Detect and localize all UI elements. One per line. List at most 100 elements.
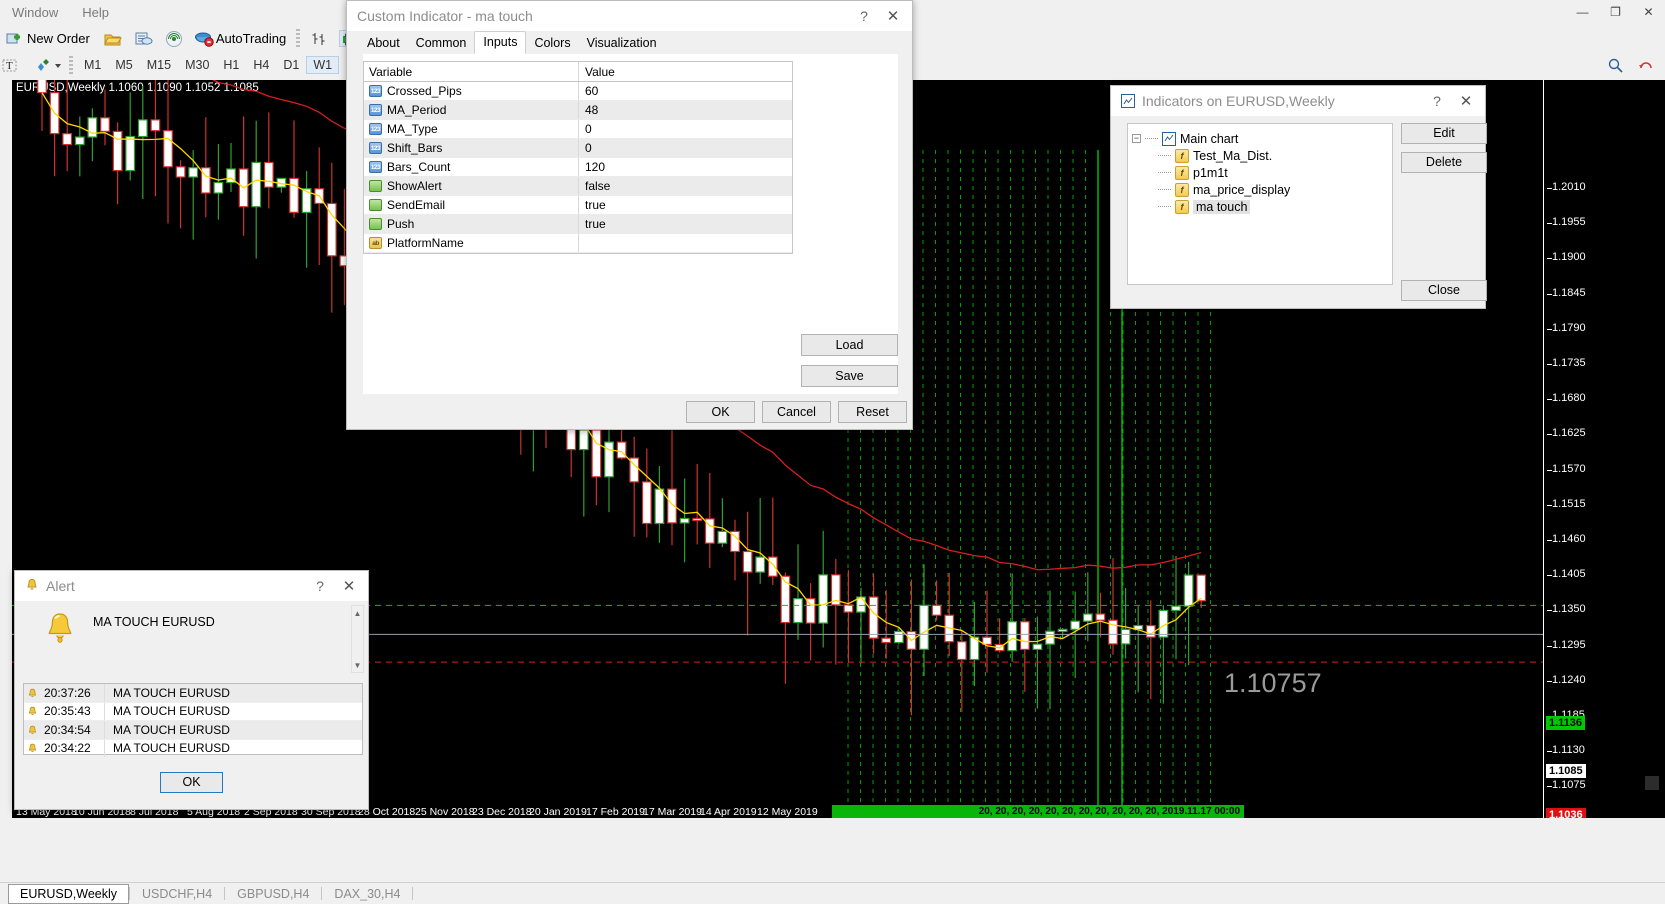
timeframe-m30[interactable]: M30 xyxy=(178,56,216,74)
list-item[interactable]: 20:37:26 MA TOUCH EURUSD xyxy=(24,684,362,703)
chart-tab-eurusd[interactable]: EURUSD,Weekly xyxy=(8,883,130,904)
tab-inputs[interactable]: Inputs xyxy=(474,31,527,54)
tree-item[interactable]: f Test_Ma_Dist. xyxy=(1132,147,1388,164)
close-icon[interactable]: ✕ xyxy=(878,7,908,25)
list-item[interactable]: 20:34:54 MA TOUCH EURUSD xyxy=(24,721,362,740)
chart-tab-usdchf[interactable]: USDCHF,H4 xyxy=(130,884,224,904)
table-row[interactable]: 123 Shift_Bars 0 xyxy=(364,139,792,158)
chart-tab-gbpusd[interactable]: GBPUSD,H4 xyxy=(225,884,321,904)
custom-indicator-title: Custom Indicator - ma touch xyxy=(357,8,533,24)
alert-ok-button[interactable]: OK xyxy=(160,772,223,793)
list-item[interactable]: 20:35:43 MA TOUCH EURUSD xyxy=(24,702,362,721)
chart-tab-bar: EURUSD,Weekly USDCHF,H4 GBPUSD,H4 DAX_30… xyxy=(0,882,1665,904)
collapse-icon[interactable]: − xyxy=(1132,134,1141,143)
text-icon[interactable]: T xyxy=(2,57,19,74)
chart-scroll-handle[interactable] xyxy=(1645,776,1659,790)
save-button[interactable]: Save xyxy=(801,365,898,387)
alert-time: 20:34:22 xyxy=(24,741,104,755)
alert-title: Alert xyxy=(46,578,75,594)
price-tick: 1.1350 xyxy=(1547,603,1586,615)
folder-icon[interactable] xyxy=(103,30,122,47)
load-button[interactable]: Load xyxy=(801,334,898,356)
table-row[interactable]: 123 MA_Type 0 xyxy=(364,120,792,139)
close-button[interactable]: Close xyxy=(1401,280,1487,301)
table-row[interactable]: 123 MA_Period 48 xyxy=(364,101,792,120)
reset-button[interactable]: Reset xyxy=(838,401,907,423)
ok-button[interactable]: OK xyxy=(686,401,755,423)
tree-root[interactable]: − Main chart xyxy=(1132,130,1388,147)
signals-icon[interactable] xyxy=(165,30,182,47)
variable-value[interactable]: 48 xyxy=(579,103,792,117)
help-icon[interactable]: ? xyxy=(850,8,878,24)
search-icon[interactable] xyxy=(1607,57,1624,74)
chart-tab-dax30[interactable]: DAX_30,H4 xyxy=(322,884,412,904)
timeframe-m15[interactable]: M15 xyxy=(140,56,178,74)
price-axis[interactable]: 1.2010 1.1955 1.1900 1.1845 1.1790 1.1735 1.16… xyxy=(1543,80,1665,818)
bar-chart-icon[interactable] xyxy=(310,30,327,47)
custom-indicator-titlebar[interactable]: Custom Indicator - ma touch ? ✕ xyxy=(347,1,912,31)
bell-icon xyxy=(27,725,38,739)
variable-value[interactable]: true xyxy=(579,217,792,231)
variable-value[interactable]: 0 xyxy=(579,122,792,136)
tree-item[interactable]: f ma touch xyxy=(1132,198,1388,215)
price-tick: 1.1295 xyxy=(1547,639,1586,651)
alert-history-list[interactable]: 20:37:26 MA TOUCH EURUSD 20:35:43 MA TOUCH … xyxy=(23,683,363,758)
bell-icon xyxy=(27,743,38,757)
menu-item-help[interactable]: Help xyxy=(70,2,121,23)
new-order-button[interactable]: New Order xyxy=(0,26,96,50)
delete-button[interactable]: Delete xyxy=(1401,152,1487,173)
tab-about[interactable]: About xyxy=(359,33,408,54)
alert-text: MA TOUCH EURUSD xyxy=(104,739,362,757)
tab-common[interactable]: Common xyxy=(408,33,475,54)
tree-item-label: Test_Ma_Dist. xyxy=(1193,148,1273,163)
tab-visualization[interactable]: Visualization xyxy=(579,33,665,54)
variable-value[interactable]: 120 xyxy=(579,160,792,174)
timeframe-w1[interactable]: W1 xyxy=(306,56,340,74)
timeframe-h4[interactable]: H4 xyxy=(246,56,276,74)
indicators-tree[interactable]: − Main chart f Test_Ma_Dist. f p1m1t f ma_price… xyxy=(1127,123,1393,285)
variable-value[interactable]: true xyxy=(579,198,792,212)
alert-titlebar[interactable]: Alert ? ✕ xyxy=(15,571,368,601)
variable-value[interactable]: 60 xyxy=(579,84,792,98)
close-icon[interactable]: ✕ xyxy=(1451,92,1481,110)
table-row[interactable]: 123 Crossed_Pips 60 xyxy=(364,82,792,101)
close-button[interactable]: ✕ xyxy=(1632,0,1665,24)
timeframe-m1[interactable]: M1 xyxy=(77,56,108,74)
table-row[interactable]: 123 Bars_Count 120 xyxy=(364,158,792,177)
timeframe-grip[interactable] xyxy=(69,56,73,74)
publish-icon[interactable] xyxy=(134,30,153,47)
minimize-button[interactable]: — xyxy=(1566,0,1599,24)
table-row[interactable]: ab PlatformName xyxy=(364,234,792,253)
variable-value[interactable]: 0 xyxy=(579,141,792,155)
tree-item[interactable]: f ma_price_display xyxy=(1132,181,1388,198)
alert-scrollbar[interactable]: ▲ ▼ xyxy=(351,605,364,673)
scroll-down-icon[interactable]: ▼ xyxy=(352,658,363,674)
variable-value[interactable]: false xyxy=(579,179,792,193)
timeframe-m5[interactable]: M5 xyxy=(108,56,139,74)
table-row[interactable]: Push true xyxy=(364,215,792,234)
table-row[interactable]: ShowAlert false xyxy=(364,177,792,196)
autotrading-button[interactable]: AutoTrading xyxy=(189,26,292,50)
price-tick: 1.1735 xyxy=(1547,357,1586,369)
edit-button[interactable]: Edit xyxy=(1401,123,1487,144)
help-icon[interactable]: ? xyxy=(1423,93,1451,109)
undo-icon[interactable] xyxy=(1638,57,1655,74)
scroll-up-icon[interactable]: ▲ xyxy=(352,606,363,622)
timeframe-d1[interactable]: D1 xyxy=(276,56,306,74)
timeframe-h1[interactable]: H1 xyxy=(216,56,246,74)
tab-colors[interactable]: Colors xyxy=(526,33,578,54)
menu-item-window[interactable]: Window xyxy=(0,2,70,23)
tree-item[interactable]: f p1m1t xyxy=(1132,164,1388,181)
indicators-titlebar[interactable]: Indicators on EURUSD,Weekly ? ✕ xyxy=(1111,86,1485,116)
cancel-button[interactable]: Cancel xyxy=(762,401,831,423)
close-icon[interactable]: ✕ xyxy=(334,577,364,595)
list-item[interactable]: 20:34:22 MA TOUCH EURUSD xyxy=(24,739,362,758)
toolbar-grip[interactable] xyxy=(296,29,301,47)
help-icon[interactable]: ? xyxy=(306,578,334,594)
table-row[interactable]: SendEmail true xyxy=(364,196,792,215)
objects-icon[interactable] xyxy=(35,57,63,74)
price-tick: 1.1625 xyxy=(1547,427,1586,439)
autotrading-label: AutoTrading xyxy=(215,30,287,46)
maximize-button[interactable]: ❐ xyxy=(1599,0,1632,24)
inputs-table[interactable]: Variable Value 123 Crossed_Pips 60 123 MA_Peri… xyxy=(363,61,793,254)
